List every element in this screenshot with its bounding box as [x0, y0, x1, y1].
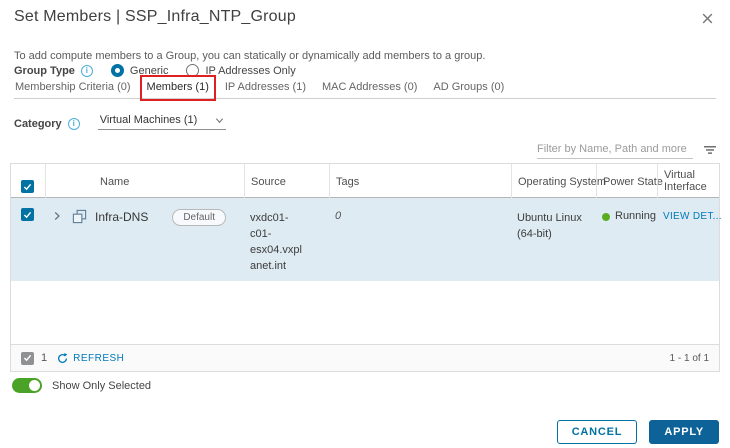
tab-members[interactable]: Members (1): [139, 75, 216, 101]
selected-count: 1: [41, 352, 48, 364]
radio-selected-icon: [110, 64, 124, 77]
cancel-button[interactable]: CANCEL: [556, 420, 638, 444]
select-all-checkbox[interactable]: [21, 180, 34, 193]
column-header-source[interactable]: Source: [244, 164, 329, 199]
default-badge: Default: [172, 209, 226, 226]
tab-bar: Membership Criteria (0) Members (1) IP A…: [14, 75, 716, 101]
group-type-row: Group Type i Generic IP Addresses Only: [14, 64, 296, 77]
refresh-button[interactable]: REFRESH: [57, 353, 124, 364]
filter-row: [537, 141, 717, 159]
os-cell: Ubuntu Linux (64-bit): [517, 212, 582, 240]
filter-icon[interactable]: [703, 145, 717, 159]
table-header-row: Name Source Tags Operating System Power …: [11, 164, 719, 199]
dialog-title: Set Members | SSP_Infra_NTP_Group: [14, 8, 296, 25]
show-only-selected-row: Show Only Selected: [12, 378, 151, 393]
tab-mac-addresses[interactable]: MAC Addresses (0): [321, 79, 418, 98]
category-selected-value: Virtual Machines (1): [99, 114, 198, 126]
radio-unselected-icon: [186, 64, 200, 77]
dialog-actions: CANCEL APPLY: [556, 420, 719, 444]
column-header-name[interactable]: Name: [45, 164, 244, 199]
radio-generic[interactable]: Generic: [110, 64, 169, 77]
category-label: Category: [14, 118, 62, 130]
refresh-label: REFRESH: [73, 352, 125, 364]
tab-membership-criteria[interactable]: Membership Criteria (0): [14, 79, 132, 98]
radio-generic-label: Generic: [129, 64, 169, 77]
source-cell: vxdc01- c01- esx04.vxpl anet.int: [250, 212, 302, 272]
close-icon[interactable]: [701, 12, 714, 25]
toggle-knob: [29, 380, 40, 391]
group-type-label: Group Type: [14, 64, 75, 77]
vm-name: Infra-DNS: [95, 210, 149, 224]
show-only-selected-label: Show Only Selected: [52, 379, 152, 392]
info-icon[interactable]: i: [67, 118, 80, 130]
column-header-virtual-interface[interactable]: Virtual Interface: [657, 164, 719, 199]
column-header-tags[interactable]: Tags: [329, 164, 511, 199]
chevron-down-icon: [215, 117, 223, 123]
tab-members-label: Members (1): [146, 81, 209, 93]
radio-ip-label: IP Addresses Only: [205, 64, 296, 77]
show-only-selected-toggle[interactable]: [12, 378, 42, 393]
running-status-icon: [602, 213, 610, 221]
pagination-text: 1 - 1 of 1: [669, 352, 709, 364]
set-members-dialog: Set Members | SSP_Infra_NTP_Group To add…: [0, 0, 730, 448]
tab-ad-groups[interactable]: AD Groups (0): [432, 79, 505, 98]
apply-button[interactable]: APPLY: [649, 420, 719, 444]
power-state-text: Running: [615, 210, 656, 222]
table-footer: 1 REFRESH 1 - 1 of 1: [10, 344, 720, 372]
members-table: Name Source Tags Operating System Power …: [10, 163, 722, 344]
category-row: Category i Virtual Machines (1): [14, 112, 226, 130]
column-header-power-state[interactable]: Power State: [596, 164, 663, 199]
tab-ip-addresses[interactable]: IP Addresses (1): [224, 79, 307, 98]
column-header-os[interactable]: Operating System: [511, 164, 606, 199]
view-details-link[interactable]: VIEW DET...: [663, 211, 722, 222]
power-state-cell: Running: [596, 198, 657, 281]
table-row[interactable]: Infra-DNS Default vxdc01- c01- esx04.vxp…: [11, 198, 722, 281]
radio-ip-addresses-only[interactable]: IP Addresses Only: [186, 64, 296, 77]
row-checkbox[interactable]: [21, 208, 34, 221]
refresh-icon: [58, 352, 68, 363]
selected-count-checkbox-icon: [21, 351, 34, 365]
filter-input[interactable]: [537, 141, 693, 159]
info-icon[interactable]: i: [80, 64, 93, 77]
category-select[interactable]: Virtual Machines (1): [97, 112, 226, 130]
expand-chevron-icon[interactable]: [52, 211, 62, 221]
dialog-description: To add compute members to a Group, you c…: [14, 50, 486, 62]
virtual-machine-icon: [72, 209, 87, 224]
tags-cell: 0: [335, 210, 342, 222]
